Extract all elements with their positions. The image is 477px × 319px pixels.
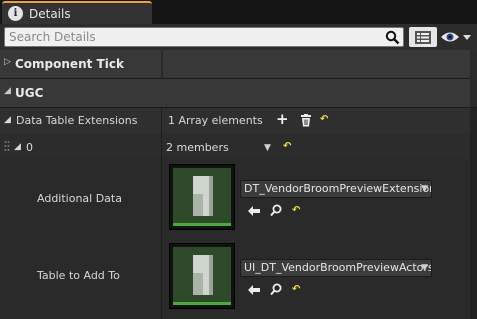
asset-thumbnail[interactable]: [169, 164, 235, 230]
asset-name: DT_VendorBroomPreviewExtension: [244, 182, 432, 195]
scrollbar-track: [470, 108, 477, 319]
thumbnail-background: [173, 168, 231, 223]
field-label: Table to Add To: [37, 269, 120, 282]
search-box: [4, 27, 404, 47]
collapse-arrow-icon[interactable]: ◢: [4, 115, 11, 125]
field-label: Additional Data: [37, 192, 122, 205]
property-name: Data Table Extensions: [16, 114, 138, 127]
search-input[interactable]: [9, 29, 379, 45]
tab-label: Details: [29, 6, 71, 21]
row-background: [0, 134, 470, 158]
data-table-icon: [193, 255, 213, 295]
expand-arrow-icon[interactable]: ▷: [4, 57, 11, 67]
category-title: UGC: [15, 86, 44, 100]
data-table-icon: [193, 176, 213, 216]
reset-to-default-icon[interactable]: ↶: [320, 114, 328, 125]
tab-bar: i Details: [0, 0, 477, 24]
info-icon: i: [8, 6, 23, 21]
thumbnail-background: [173, 247, 231, 302]
asset-picker[interactable]: DT_VendorBroomPreviewExtension ▼: [240, 180, 432, 198]
browse-search-icon[interactable]: [270, 204, 282, 217]
reset-to-default-icon[interactable]: ↶: [292, 205, 300, 216]
asset-picker[interactable]: UI_DT_VendorBroomPreviewActors ▼: [240, 259, 432, 277]
asset-name: UI_DT_VendorBroomPreviewActors: [244, 261, 432, 274]
members-combo[interactable]: 2 members: [166, 141, 229, 154]
asset-type-bar: [173, 302, 231, 305]
collapse-arrow-icon[interactable]: ◢: [4, 86, 11, 96]
chevron-down-icon: [463, 35, 471, 40]
eye-icon: [441, 32, 459, 42]
category-title: Component Tick: [15, 57, 124, 71]
use-selected-arrow-icon[interactable]: [248, 206, 260, 216]
toolbar: [0, 24, 477, 50]
use-selected-arrow-icon[interactable]: [248, 285, 260, 295]
reset-to-default-icon[interactable]: ↶: [283, 141, 291, 152]
asset-thumbnail[interactable]: [169, 243, 235, 309]
property-matrix-button[interactable]: [409, 27, 437, 47]
category-ugc[interactable]: ◢ UGC: [0, 79, 477, 107]
asset-type-bar: [173, 223, 231, 226]
scrollbar-track: [470, 50, 477, 107]
chevron-down-icon: ▼: [421, 184, 428, 194]
column-divider: [161, 108, 162, 319]
chevron-down-icon[interactable]: ▼: [264, 143, 271, 153]
collapse-arrow-icon[interactable]: ◢: [14, 142, 21, 152]
element-index: 0: [26, 141, 33, 154]
category-component-tick[interactable]: ▷ Component Tick: [0, 50, 477, 78]
add-element-icon[interactable]: +: [276, 110, 289, 128]
tab-details[interactable]: i Details: [2, 1, 152, 24]
browse-search-icon[interactable]: [270, 283, 282, 296]
list-view-icon: [415, 30, 431, 44]
search-icon[interactable]: [385, 30, 400, 45]
trash-icon[interactable]: [300, 114, 312, 127]
column-divider: [161, 50, 163, 78]
drag-handle-icon[interactable]: [4, 140, 10, 152]
reset-to-default-icon[interactable]: ↶: [292, 284, 300, 295]
chevron-down-icon: ▼: [421, 263, 428, 273]
view-options-button[interactable]: [440, 28, 474, 46]
array-count: 1 Array elements: [168, 114, 263, 127]
